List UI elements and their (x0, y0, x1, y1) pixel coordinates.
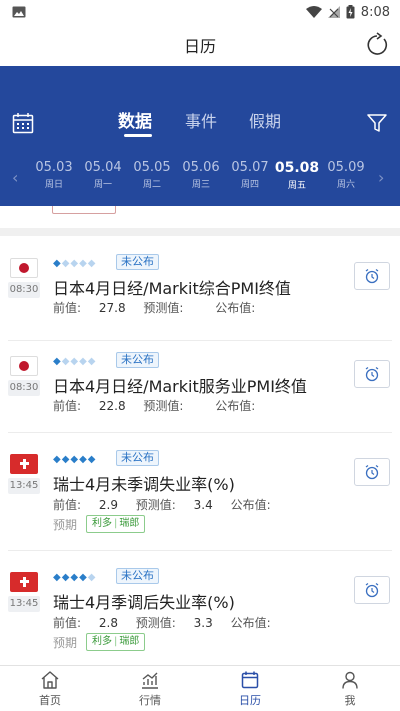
importance-stars: ◆◆◆◆◆ (53, 572, 97, 583)
nav-calendar[interactable]: 日历 (200, 666, 300, 711)
alarm-button[interactable] (354, 360, 390, 388)
event-row[interactable]: 13:45 ◆◆◆◆◆ 未公布 瑞士4月季调后失业率(%) 前值: 2.8 预测… (0, 552, 400, 665)
wifi-icon (305, 6, 322, 18)
event-values: 前值: 2.8 预测值: 3.3 公布值: (53, 616, 271, 630)
event-list[interactable]: 08:30 ◆◆◆◆◆ 未公布 日本4月日经/Markit综合PMI终值 前值:… (0, 206, 400, 665)
alarm-button[interactable] (354, 458, 390, 486)
event-values: 前值: 27.8 预测值: 公布值: (53, 301, 256, 315)
event-time: 13:45 (8, 596, 40, 612)
clock: 8:08 (360, 4, 390, 20)
tabs-row: 数据 事件 假期 (0, 104, 400, 138)
japan-flag-icon (10, 258, 38, 278)
section-separator (0, 228, 400, 236)
tab-events[interactable]: 事件 (185, 108, 217, 132)
status-badge: 未公布 (116, 352, 159, 368)
calendar-picker-icon[interactable] (12, 112, 34, 134)
date-cell[interactable]: 05.09 周六 (322, 160, 370, 190)
expect-label: 预期 (53, 518, 78, 532)
nav-market[interactable]: 行情 (100, 666, 200, 711)
nav-market-label: 行情 (139, 693, 161, 707)
alarm-button[interactable] (354, 262, 390, 290)
event-row[interactable]: 13:45 ◆◆◆◆◆ 未公布 瑞士4月未季调失业率(%) 前值: 2.9 预测… (0, 434, 400, 552)
importance-stars: ◆◆◆◆◆ (53, 454, 97, 465)
chart-icon (142, 672, 158, 689)
status-badge: 未公布 (116, 254, 159, 270)
tab-holidays[interactable]: 假期 (249, 108, 281, 132)
impact-tag: 利多 | 瑞郎 (86, 515, 146, 533)
event-title: 日本4月日经/Markit综合PMI终值 (53, 279, 291, 298)
chevron-right-icon[interactable]: › (378, 168, 384, 187)
app-header: 日历 (0, 24, 400, 66)
date-cell[interactable]: 05.06 周三 (177, 160, 225, 190)
battery-icon (346, 5, 355, 19)
japan-flag-icon (10, 356, 38, 376)
event-time: 13:45 (8, 478, 40, 494)
gallery-icon (12, 6, 26, 18)
alarm-clock-icon (365, 269, 379, 284)
date-cell-selected[interactable]: 05.08 周五 (273, 160, 321, 191)
divider (8, 550, 392, 551)
alarm-clock-icon (365, 367, 379, 382)
alarm-clock-icon (365, 465, 379, 480)
date-cell[interactable]: 05.07 周四 (226, 160, 274, 190)
date-strip: ‹ 05.03 周日 05.04 周一 05.05 周二 05.06 周三 05.07 周… (0, 160, 400, 200)
nav-home-label: 首页 (39, 693, 61, 707)
chevron-left-icon[interactable]: ‹ (12, 168, 18, 187)
alarm-clock-icon (365, 583, 379, 598)
tab-data[interactable]: 数据 (118, 107, 152, 132)
event-values: 前值: 2.9 预测值: 3.4 公布值: (53, 498, 271, 512)
switzerland-flag-icon (10, 454, 38, 474)
switzerland-flag-icon (10, 572, 38, 592)
event-time: 08:30 (8, 380, 40, 396)
user-icon (342, 671, 358, 689)
status-badge: 未公布 (116, 450, 159, 466)
bottom-nav: 首页 行情 日历 我 (0, 665, 400, 711)
calendar-icon (241, 671, 259, 688)
page-title: 日历 (183, 37, 216, 56)
importance-stars: ◆◆◆◆◆ (53, 356, 97, 367)
date-cell[interactable]: 05.05 周二 (128, 160, 176, 190)
status-bar: 8:08 (0, 0, 400, 24)
event-title: 日本4月日经/Markit服务业PMI终值 (53, 377, 307, 396)
event-title: 瑞士4月未季调失业率(%) (53, 475, 235, 494)
impact-tag: 利多 | 瑞郎 (86, 633, 146, 651)
importance-stars: ◆◆◆◆◆ (53, 258, 97, 269)
date-cell[interactable]: 05.03 周日 (30, 160, 78, 190)
filter-icon[interactable] (366, 112, 388, 134)
refresh-icon[interactable] (364, 32, 390, 58)
nav-calendar-label: 日历 (239, 693, 261, 707)
signal-icon (327, 6, 340, 18)
event-title: 瑞士4月季调后失业率(%) (53, 593, 235, 612)
tab-active-indicator (124, 134, 152, 137)
event-time: 08:30 (8, 282, 40, 298)
home-icon (41, 670, 59, 689)
expect-label: 预期 (53, 636, 78, 650)
date-cell[interactable]: 05.04 周一 (79, 160, 127, 190)
event-values: 前值: 22.8 预测值: 公布值: (53, 399, 256, 413)
event-row[interactable]: 08:30 ◆◆◆◆◆ 未公布 日本4月日经/Markit服务业PMI终值 前值… (0, 336, 400, 436)
status-badge: 未公布 (116, 568, 159, 584)
cut-tag (52, 206, 116, 214)
alarm-button[interactable] (354, 576, 390, 604)
nav-home[interactable]: 首页 (0, 666, 100, 711)
nav-me-label: 我 (344, 693, 356, 707)
divider (8, 432, 392, 433)
calendar-header-panel: 数据 事件 假期 ‹ 05.03 周日 05.04 周一 05.05 周二 05.06… (0, 66, 400, 206)
nav-me[interactable]: 我 (300, 666, 400, 711)
